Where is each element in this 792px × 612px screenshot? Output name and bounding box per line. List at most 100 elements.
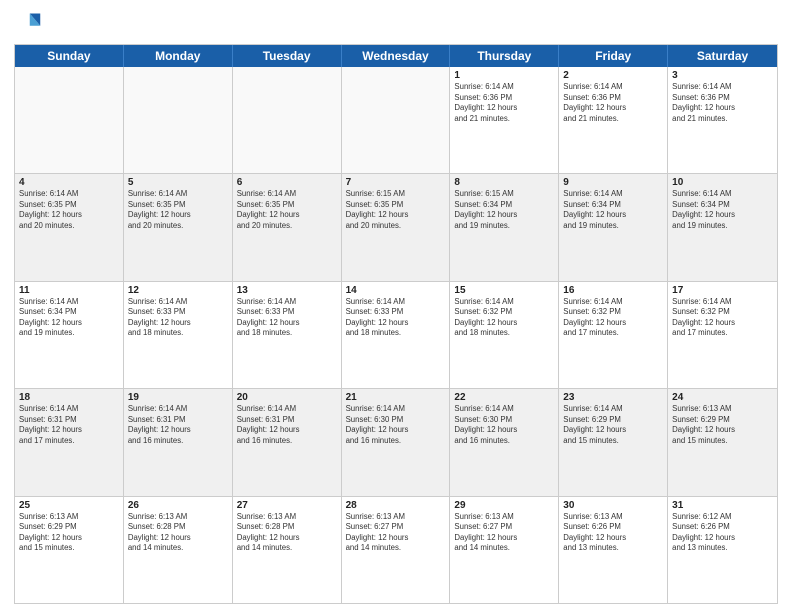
day-number: 26: [128, 500, 228, 511]
calendar-cell: 6Sunrise: 6:14 AM Sunset: 6:35 PM Daylig…: [233, 174, 342, 280]
header-day-monday: Monday: [124, 45, 233, 67]
cell-info: Sunrise: 6:14 AM Sunset: 6:32 PM Dayligh…: [672, 297, 773, 339]
day-number: 31: [672, 500, 773, 511]
cell-info: Sunrise: 6:13 AM Sunset: 6:29 PM Dayligh…: [672, 404, 773, 446]
calendar-cell: [342, 67, 451, 173]
cell-info: Sunrise: 6:14 AM Sunset: 6:32 PM Dayligh…: [563, 297, 663, 339]
calendar-row-1: 4Sunrise: 6:14 AM Sunset: 6:35 PM Daylig…: [15, 174, 777, 281]
day-number: 20: [237, 392, 337, 403]
cell-info: Sunrise: 6:15 AM Sunset: 6:34 PM Dayligh…: [454, 189, 554, 231]
calendar-cell: 10Sunrise: 6:14 AM Sunset: 6:34 PM Dayli…: [668, 174, 777, 280]
calendar-cell: 31Sunrise: 6:12 AM Sunset: 6:26 PM Dayli…: [668, 497, 777, 603]
calendar-cell: 18Sunrise: 6:14 AM Sunset: 6:31 PM Dayli…: [15, 389, 124, 495]
day-number: 18: [19, 392, 119, 403]
day-number: 16: [563, 285, 663, 296]
day-number: 23: [563, 392, 663, 403]
logo-icon: [14, 10, 42, 38]
cell-info: Sunrise: 6:13 AM Sunset: 6:27 PM Dayligh…: [346, 512, 446, 554]
cell-info: Sunrise: 6:14 AM Sunset: 6:33 PM Dayligh…: [128, 297, 228, 339]
logo: [14, 10, 46, 38]
calendar-cell: 16Sunrise: 6:14 AM Sunset: 6:32 PM Dayli…: [559, 282, 668, 388]
cell-info: Sunrise: 6:14 AM Sunset: 6:31 PM Dayligh…: [128, 404, 228, 446]
cell-info: Sunrise: 6:14 AM Sunset: 6:33 PM Dayligh…: [346, 297, 446, 339]
cell-info: Sunrise: 6:13 AM Sunset: 6:27 PM Dayligh…: [454, 512, 554, 554]
cell-info: Sunrise: 6:14 AM Sunset: 6:35 PM Dayligh…: [237, 189, 337, 231]
cell-info: Sunrise: 6:14 AM Sunset: 6:34 PM Dayligh…: [19, 297, 119, 339]
calendar-cell: 20Sunrise: 6:14 AM Sunset: 6:31 PM Dayli…: [233, 389, 342, 495]
calendar-cell: [15, 67, 124, 173]
cell-info: Sunrise: 6:14 AM Sunset: 6:36 PM Dayligh…: [454, 82, 554, 124]
calendar-cell: 2Sunrise: 6:14 AM Sunset: 6:36 PM Daylig…: [559, 67, 668, 173]
day-number: 24: [672, 392, 773, 403]
day-number: 19: [128, 392, 228, 403]
cell-info: Sunrise: 6:13 AM Sunset: 6:28 PM Dayligh…: [128, 512, 228, 554]
day-number: 14: [346, 285, 446, 296]
calendar-cell: 3Sunrise: 6:14 AM Sunset: 6:36 PM Daylig…: [668, 67, 777, 173]
cell-info: Sunrise: 6:14 AM Sunset: 6:35 PM Dayligh…: [19, 189, 119, 231]
calendar-cell: 26Sunrise: 6:13 AM Sunset: 6:28 PM Dayli…: [124, 497, 233, 603]
calendar-cell: 1Sunrise: 6:14 AM Sunset: 6:36 PM Daylig…: [450, 67, 559, 173]
calendar-cell: [124, 67, 233, 173]
calendar-cell: 25Sunrise: 6:13 AM Sunset: 6:29 PM Dayli…: [15, 497, 124, 603]
calendar-cell: 14Sunrise: 6:14 AM Sunset: 6:33 PM Dayli…: [342, 282, 451, 388]
day-number: 6: [237, 177, 337, 188]
day-number: 27: [237, 500, 337, 511]
day-number: 5: [128, 177, 228, 188]
cell-info: Sunrise: 6:14 AM Sunset: 6:31 PM Dayligh…: [19, 404, 119, 446]
calendar: SundayMondayTuesdayWednesdayThursdayFrid…: [14, 44, 778, 604]
day-number: 7: [346, 177, 446, 188]
calendar-cell: 24Sunrise: 6:13 AM Sunset: 6:29 PM Dayli…: [668, 389, 777, 495]
cell-info: Sunrise: 6:13 AM Sunset: 6:29 PM Dayligh…: [19, 512, 119, 554]
calendar-cell: 28Sunrise: 6:13 AM Sunset: 6:27 PM Dayli…: [342, 497, 451, 603]
day-number: 1: [454, 70, 554, 81]
cell-info: Sunrise: 6:14 AM Sunset: 6:36 PM Dayligh…: [672, 82, 773, 124]
calendar-row-0: 1Sunrise: 6:14 AM Sunset: 6:36 PM Daylig…: [15, 67, 777, 174]
calendar-cell: 19Sunrise: 6:14 AM Sunset: 6:31 PM Dayli…: [124, 389, 233, 495]
cell-info: Sunrise: 6:14 AM Sunset: 6:34 PM Dayligh…: [672, 189, 773, 231]
calendar-cell: 17Sunrise: 6:14 AM Sunset: 6:32 PM Dayli…: [668, 282, 777, 388]
day-number: 3: [672, 70, 773, 81]
calendar-cell: 15Sunrise: 6:14 AM Sunset: 6:32 PM Dayli…: [450, 282, 559, 388]
cell-info: Sunrise: 6:14 AM Sunset: 6:31 PM Dayligh…: [237, 404, 337, 446]
day-number: 8: [454, 177, 554, 188]
day-number: 25: [19, 500, 119, 511]
calendar-row-2: 11Sunrise: 6:14 AM Sunset: 6:34 PM Dayli…: [15, 282, 777, 389]
cell-info: Sunrise: 6:14 AM Sunset: 6:35 PM Dayligh…: [128, 189, 228, 231]
day-number: 17: [672, 285, 773, 296]
cell-info: Sunrise: 6:14 AM Sunset: 6:30 PM Dayligh…: [454, 404, 554, 446]
calendar-cell: 12Sunrise: 6:14 AM Sunset: 6:33 PM Dayli…: [124, 282, 233, 388]
day-number: 12: [128, 285, 228, 296]
calendar-row-3: 18Sunrise: 6:14 AM Sunset: 6:31 PM Dayli…: [15, 389, 777, 496]
day-number: 28: [346, 500, 446, 511]
cell-info: Sunrise: 6:14 AM Sunset: 6:34 PM Dayligh…: [563, 189, 663, 231]
day-number: 10: [672, 177, 773, 188]
day-number: 15: [454, 285, 554, 296]
cell-info: Sunrise: 6:13 AM Sunset: 6:26 PM Dayligh…: [563, 512, 663, 554]
calendar-row-4: 25Sunrise: 6:13 AM Sunset: 6:29 PM Dayli…: [15, 497, 777, 603]
day-number: 11: [19, 285, 119, 296]
calendar-cell: 9Sunrise: 6:14 AM Sunset: 6:34 PM Daylig…: [559, 174, 668, 280]
day-number: 22: [454, 392, 554, 403]
calendar-cell: 23Sunrise: 6:14 AM Sunset: 6:29 PM Dayli…: [559, 389, 668, 495]
calendar-cell: 22Sunrise: 6:14 AM Sunset: 6:30 PM Dayli…: [450, 389, 559, 495]
header-day-saturday: Saturday: [668, 45, 777, 67]
calendar-cell: 27Sunrise: 6:13 AM Sunset: 6:28 PM Dayli…: [233, 497, 342, 603]
header-day-wednesday: Wednesday: [342, 45, 451, 67]
day-number: 2: [563, 70, 663, 81]
cell-info: Sunrise: 6:12 AM Sunset: 6:26 PM Dayligh…: [672, 512, 773, 554]
day-number: 30: [563, 500, 663, 511]
calendar-cell: 30Sunrise: 6:13 AM Sunset: 6:26 PM Dayli…: [559, 497, 668, 603]
calendar-cell: 5Sunrise: 6:14 AM Sunset: 6:35 PM Daylig…: [124, 174, 233, 280]
calendar-cell: 29Sunrise: 6:13 AM Sunset: 6:27 PM Dayli…: [450, 497, 559, 603]
day-number: 13: [237, 285, 337, 296]
calendar-cell: 13Sunrise: 6:14 AM Sunset: 6:33 PM Dayli…: [233, 282, 342, 388]
day-number: 9: [563, 177, 663, 188]
calendar-cell: 7Sunrise: 6:15 AM Sunset: 6:35 PM Daylig…: [342, 174, 451, 280]
cell-info: Sunrise: 6:15 AM Sunset: 6:35 PM Dayligh…: [346, 189, 446, 231]
header-day-friday: Friday: [559, 45, 668, 67]
calendar-body: 1Sunrise: 6:14 AM Sunset: 6:36 PM Daylig…: [15, 67, 777, 603]
calendar-cell: [233, 67, 342, 173]
cell-info: Sunrise: 6:13 AM Sunset: 6:28 PM Dayligh…: [237, 512, 337, 554]
cell-info: Sunrise: 6:14 AM Sunset: 6:33 PM Dayligh…: [237, 297, 337, 339]
header-day-sunday: Sunday: [15, 45, 124, 67]
